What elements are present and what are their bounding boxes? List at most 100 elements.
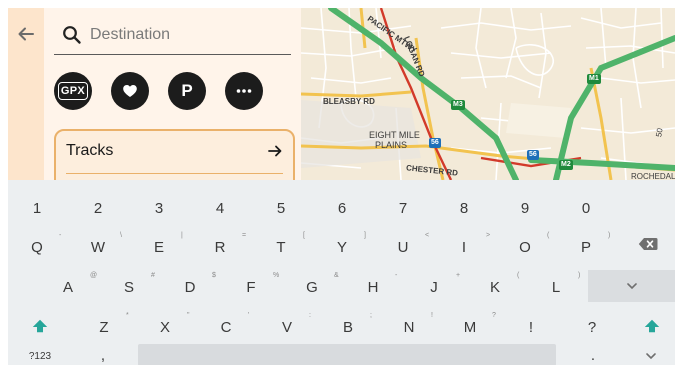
key-hint: > [486, 232, 491, 239]
chevron-down-icon [646, 353, 656, 360]
key-num-6[interactable]: 6 [326, 195, 358, 221]
key-num-3[interactable]: 3 [143, 195, 175, 221]
favorites-button[interactable] [111, 72, 149, 110]
key-k[interactable]: K [479, 274, 511, 300]
key-hint: & [334, 272, 339, 279]
key-g[interactable]: G [296, 274, 328, 300]
gpx-icon: GPX [57, 82, 89, 100]
parking-icon: P [181, 81, 193, 100]
key-num-2[interactable]: 2 [82, 195, 114, 221]
period-key[interactable]: . [578, 346, 608, 364]
hide-keyboard-key-bottom[interactable] [636, 348, 666, 364]
key-num-1[interactable]: 1 [21, 195, 53, 221]
shift-key-right[interactable] [634, 308, 670, 344]
key-w[interactable]: W [82, 234, 114, 260]
key-n[interactable]: N [393, 314, 425, 340]
key-q[interactable]: Q [21, 234, 53, 260]
chevron-down-icon [626, 283, 637, 290]
key-hint: " [187, 312, 190, 319]
key-hint: - [59, 232, 62, 239]
key-i[interactable]: I [448, 234, 480, 260]
key-d[interactable]: D [174, 274, 206, 300]
key-hint: - [395, 272, 398, 279]
backspace-icon [638, 238, 658, 250]
map-roads [301, 8, 675, 180]
key-num-8[interactable]: 8 [448, 195, 480, 221]
key-p[interactable]: P [570, 234, 602, 260]
key-v[interactable]: V [271, 314, 303, 340]
key-h[interactable]: H [357, 274, 389, 300]
more-button[interactable] [225, 72, 263, 110]
key-b[interactable]: B [332, 314, 364, 340]
route-56-shield: 56 [429, 138, 441, 148]
key-hint: = [242, 232, 247, 239]
key-hint: ( [517, 272, 520, 279]
gpx-button[interactable]: GPX [54, 72, 92, 110]
shift-icon [32, 319, 48, 333]
search-icon [63, 26, 81, 44]
key-hint: ' [248, 312, 250, 319]
hide-keyboard-key[interactable] [588, 270, 675, 302]
key-num-9[interactable]: 9 [509, 195, 541, 221]
m3-shield: M3 [451, 100, 465, 110]
map-view[interactable]: PACIFIC MTWY LOGAN RD BLEASBY RD EIGHT M… [301, 8, 675, 180]
key-hint: ! [431, 312, 433, 319]
key-hint: ( [547, 232, 550, 239]
key-t[interactable]: T [265, 234, 297, 260]
shift-key-left[interactable] [22, 308, 58, 344]
space-bar[interactable] [138, 344, 556, 365]
bleasby-rd-label: BLEASBY RD [323, 97, 375, 106]
key-a[interactable]: A [52, 274, 84, 300]
comma-key[interactable]: , [88, 346, 118, 364]
key-m[interactable]: M [454, 314, 486, 340]
key-l[interactable]: L [540, 274, 572, 300]
key-e[interactable]: E [143, 234, 175, 260]
key-hint: [ [303, 232, 305, 239]
tracks-label: Tracks [66, 142, 114, 159]
back-strip [8, 8, 44, 180]
key-num-7[interactable]: 7 [387, 195, 419, 221]
key-hint: ? [492, 312, 496, 319]
suburb-label-line2: PLAINS [375, 140, 408, 150]
onscreen-keyboard: 1234567890 Q - W \ E | R = T[Y] U < I > O(P) A @ S # D $ F%… [8, 180, 675, 365]
symbols-key[interactable]: ?123 [18, 348, 62, 364]
key-hint: @ [90, 272, 98, 279]
key-c[interactable]: C [210, 314, 242, 340]
key-hint: \ [120, 232, 122, 239]
key-sym8[interactable]: ? [576, 314, 608, 340]
key-z[interactable]: Z [88, 314, 120, 340]
key-o[interactable]: O [509, 234, 541, 260]
key-r[interactable]: R [204, 234, 236, 260]
key-hint: + [456, 272, 461, 279]
route-56-shield-2: 56 [527, 150, 539, 160]
park-area [506, 103, 571, 138]
key-num-5[interactable]: 5 [265, 195, 297, 221]
key-f[interactable]: F [235, 274, 267, 300]
more-horizontal-icon [236, 89, 252, 93]
key-j[interactable]: J [418, 274, 450, 300]
key-num-4[interactable]: 4 [204, 195, 236, 221]
key-hint: < [425, 232, 430, 239]
backspace-key[interactable] [630, 226, 666, 262]
key-hint: * [126, 312, 129, 319]
key-hint: ] [364, 232, 366, 239]
key-sym7[interactable]: ! [515, 314, 547, 340]
tracks-divider [66, 173, 283, 174]
number-50-label: 50 [654, 127, 665, 138]
key-hint: $ [212, 272, 216, 279]
key-hint: ; [370, 312, 372, 319]
key-s[interactable]: S [113, 274, 145, 300]
key-y[interactable]: Y [326, 234, 358, 260]
key-u[interactable]: U [387, 234, 419, 260]
parking-button[interactable]: P [168, 72, 206, 110]
destination-input[interactable] [90, 22, 285, 48]
heart-icon [123, 85, 137, 97]
key-hint: ) [608, 232, 611, 239]
shift-icon [644, 319, 660, 333]
m2-shield: M2 [559, 160, 573, 170]
key-num-0[interactable]: 0 [570, 195, 602, 221]
key-hint: ) [578, 272, 581, 279]
key-hint: # [151, 272, 155, 279]
key-x[interactable]: X [149, 314, 181, 340]
back-button[interactable] [8, 8, 44, 60]
